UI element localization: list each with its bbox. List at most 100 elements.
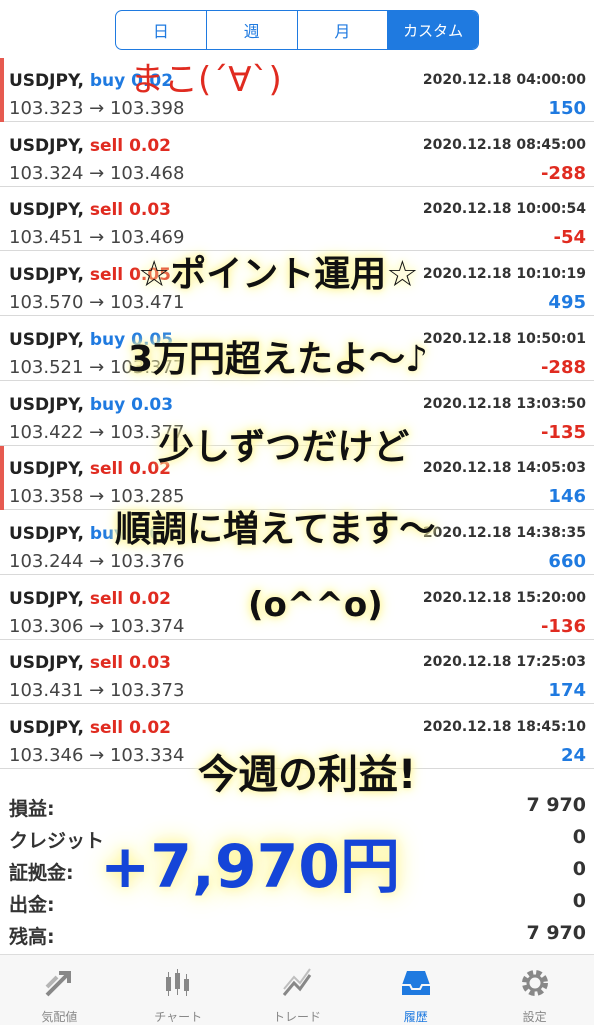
arrow-icon: → xyxy=(83,162,110,184)
arrow-icon: → xyxy=(83,486,110,508)
trade-row[interactable]: USDJPY, buy 0.02 2020.12.18 04:00:00 103.3… xyxy=(0,58,594,122)
arrow-icon: → xyxy=(83,615,110,637)
trade-symbol: USDJPY, sell 0.05 xyxy=(9,265,171,285)
trade-prices: 103.244 → 103.376 xyxy=(9,551,184,572)
chart-icon xyxy=(160,965,196,1008)
close-price: 103.285 xyxy=(109,486,185,508)
trade-lot: 0.02 xyxy=(129,588,172,609)
symbol-label: USDJPY, xyxy=(9,265,84,286)
trade-symbol: USDJPY, buy 0.05 xyxy=(9,524,173,544)
summary-row: 損益: 7 970 xyxy=(0,790,594,822)
trade-prices: 103.451 → 103.469 xyxy=(9,227,184,248)
trade-time: 2020.12.18 13:03:50 xyxy=(422,395,586,412)
trade-side: sell xyxy=(89,459,124,480)
trade-profit: 150 xyxy=(548,98,586,119)
trade-profit: -288 xyxy=(540,356,586,378)
arrow-icon: → xyxy=(83,421,110,443)
trade-time: 2020.12.18 18:45:10 xyxy=(422,719,586,735)
close-price: 103.334 xyxy=(109,745,185,766)
arrow-icon: → xyxy=(83,680,110,702)
tab-quotes[interactable]: 気配値 xyxy=(0,955,119,1025)
open-price: 103.570 xyxy=(9,292,84,314)
trade-side: buy xyxy=(89,71,126,91)
trade-time: 2020.12.18 14:05:03 xyxy=(422,460,586,477)
close-price: 103.377 xyxy=(109,356,185,378)
symbol-label: USDJPY, xyxy=(9,71,84,91)
close-price: 103.376 xyxy=(109,550,185,572)
trade-row[interactable]: USDJPY, sell 0.02 2020.12.18 15:20:00 103.… xyxy=(0,576,594,640)
trade-row[interactable]: USDJPY, sell 0.02 2020.12.18 08:45:00 103.… xyxy=(0,123,594,187)
trade-row[interactable]: USDJPY, buy 0.05 2020.12.18 14:38:35 103.2… xyxy=(0,511,594,575)
trade-side: sell xyxy=(89,135,124,156)
arrow-icon: → xyxy=(83,356,110,378)
open-price: 103.431 xyxy=(9,680,84,702)
trade-prices: 103.324 → 103.468 xyxy=(9,163,184,184)
tab-label: 設定 xyxy=(522,1010,547,1024)
open-price: 103.422 xyxy=(9,421,84,443)
trade-time: 2020.12.18 15:20:00 xyxy=(422,589,586,606)
trade-time: 2020.12.18 10:50:01 xyxy=(422,330,586,347)
arrow-icon: → xyxy=(83,292,110,314)
trade-symbol: USDJPY, sell 0.02 xyxy=(9,718,171,738)
position-marker xyxy=(0,58,4,122)
trade-icon xyxy=(279,965,315,1008)
open-price: 103.358 xyxy=(9,486,84,508)
trade-profit: -54 xyxy=(553,227,586,249)
close-price: 103.398 xyxy=(109,98,185,119)
trade-row[interactable]: USDJPY, buy 0.05 2020.12.18 10:50:01 103.5… xyxy=(0,317,594,381)
trade-side: buy xyxy=(89,523,126,544)
trade-side: buy xyxy=(89,329,126,350)
tab-trade[interactable]: トレード xyxy=(238,955,357,1025)
trade-time: 2020.12.18 08:45:00 xyxy=(422,136,586,153)
trade-profit: 146 xyxy=(548,486,586,508)
trade-time: 2020.12.18 04:00:00 xyxy=(422,72,586,88)
trade-side: buy xyxy=(89,394,126,415)
tab-label: 履歴 xyxy=(403,1010,428,1024)
summary-row: 証拠金: 0 xyxy=(0,854,594,886)
trade-row[interactable]: USDJPY, sell 0.05 2020.12.18 10:10:19 103.… xyxy=(0,252,594,317)
tab-gear[interactable]: 設定 xyxy=(475,955,594,1025)
trade-prices: 103.521 → 103.377 xyxy=(9,357,184,378)
trade-time: 2020.12.18 17:25:03 xyxy=(422,654,586,671)
trade-lot: 0.02 xyxy=(129,135,172,156)
tab-history[interactable]: 履歴 xyxy=(356,955,475,1025)
arrow-icon: → xyxy=(83,98,110,119)
tab-label: チャート xyxy=(154,1010,203,1024)
trade-symbol: USDJPY, sell 0.02 xyxy=(9,589,171,609)
trade-lot: 0.02 xyxy=(131,71,174,91)
close-price: 103.377 xyxy=(109,421,185,443)
symbol-label: USDJPY, xyxy=(9,329,84,350)
gear-icon xyxy=(517,965,553,1008)
summary-value: 0 xyxy=(572,826,586,848)
summary-row: 出金: 0 xyxy=(0,886,594,918)
tab-month[interactable]: 月 xyxy=(298,11,389,49)
trade-symbol: USDJPY, sell 0.02 xyxy=(9,459,171,479)
trade-profit: 660 xyxy=(548,550,586,572)
trade-lot: 0.05 xyxy=(131,523,174,544)
trade-row[interactable]: USDJPY, sell 0.02 2020.12.18 18:45:10 103.… xyxy=(0,705,594,769)
trade-time: 2020.12.18 10:00:54 xyxy=(422,201,586,218)
trade-profit: 24 xyxy=(560,745,586,766)
position-marker xyxy=(0,446,4,511)
trade-row[interactable]: USDJPY, sell 0.03 2020.12.18 10:00:54 103.… xyxy=(0,187,594,252)
trade-row[interactable]: USDJPY, sell 0.02 2020.12.18 14:05:03 103.… xyxy=(0,446,594,511)
trade-row[interactable]: USDJPY, sell 0.03 2020.12.18 17:25:03 103.… xyxy=(0,640,594,705)
trade-row[interactable]: USDJPY, buy 0.03 2020.12.18 13:03:50 103.4… xyxy=(0,382,594,446)
close-price: 103.469 xyxy=(109,227,185,249)
tab-day[interactable]: 日 xyxy=(116,11,207,49)
summary-label: 損益: xyxy=(9,798,55,820)
summary-label: 出金: xyxy=(9,894,55,916)
tab-chart[interactable]: チャート xyxy=(119,955,238,1025)
trade-side: sell xyxy=(89,653,124,674)
trade-symbol: USDJPY, sell 0.02 xyxy=(9,136,171,156)
trade-profit: 174 xyxy=(548,680,586,702)
tab-week[interactable]: 週 xyxy=(207,11,298,49)
trade-side: sell xyxy=(89,265,124,286)
close-price: 103.374 xyxy=(109,615,185,637)
trade-symbol: USDJPY, buy 0.03 xyxy=(9,395,173,415)
arrow-icon: → xyxy=(83,550,110,572)
tab-custom[interactable]: カスタム xyxy=(388,11,478,49)
trade-prices: 103.358 → 103.285 xyxy=(9,486,184,507)
open-price: 103.451 xyxy=(9,227,84,249)
symbol-label: USDJPY, xyxy=(9,653,84,674)
